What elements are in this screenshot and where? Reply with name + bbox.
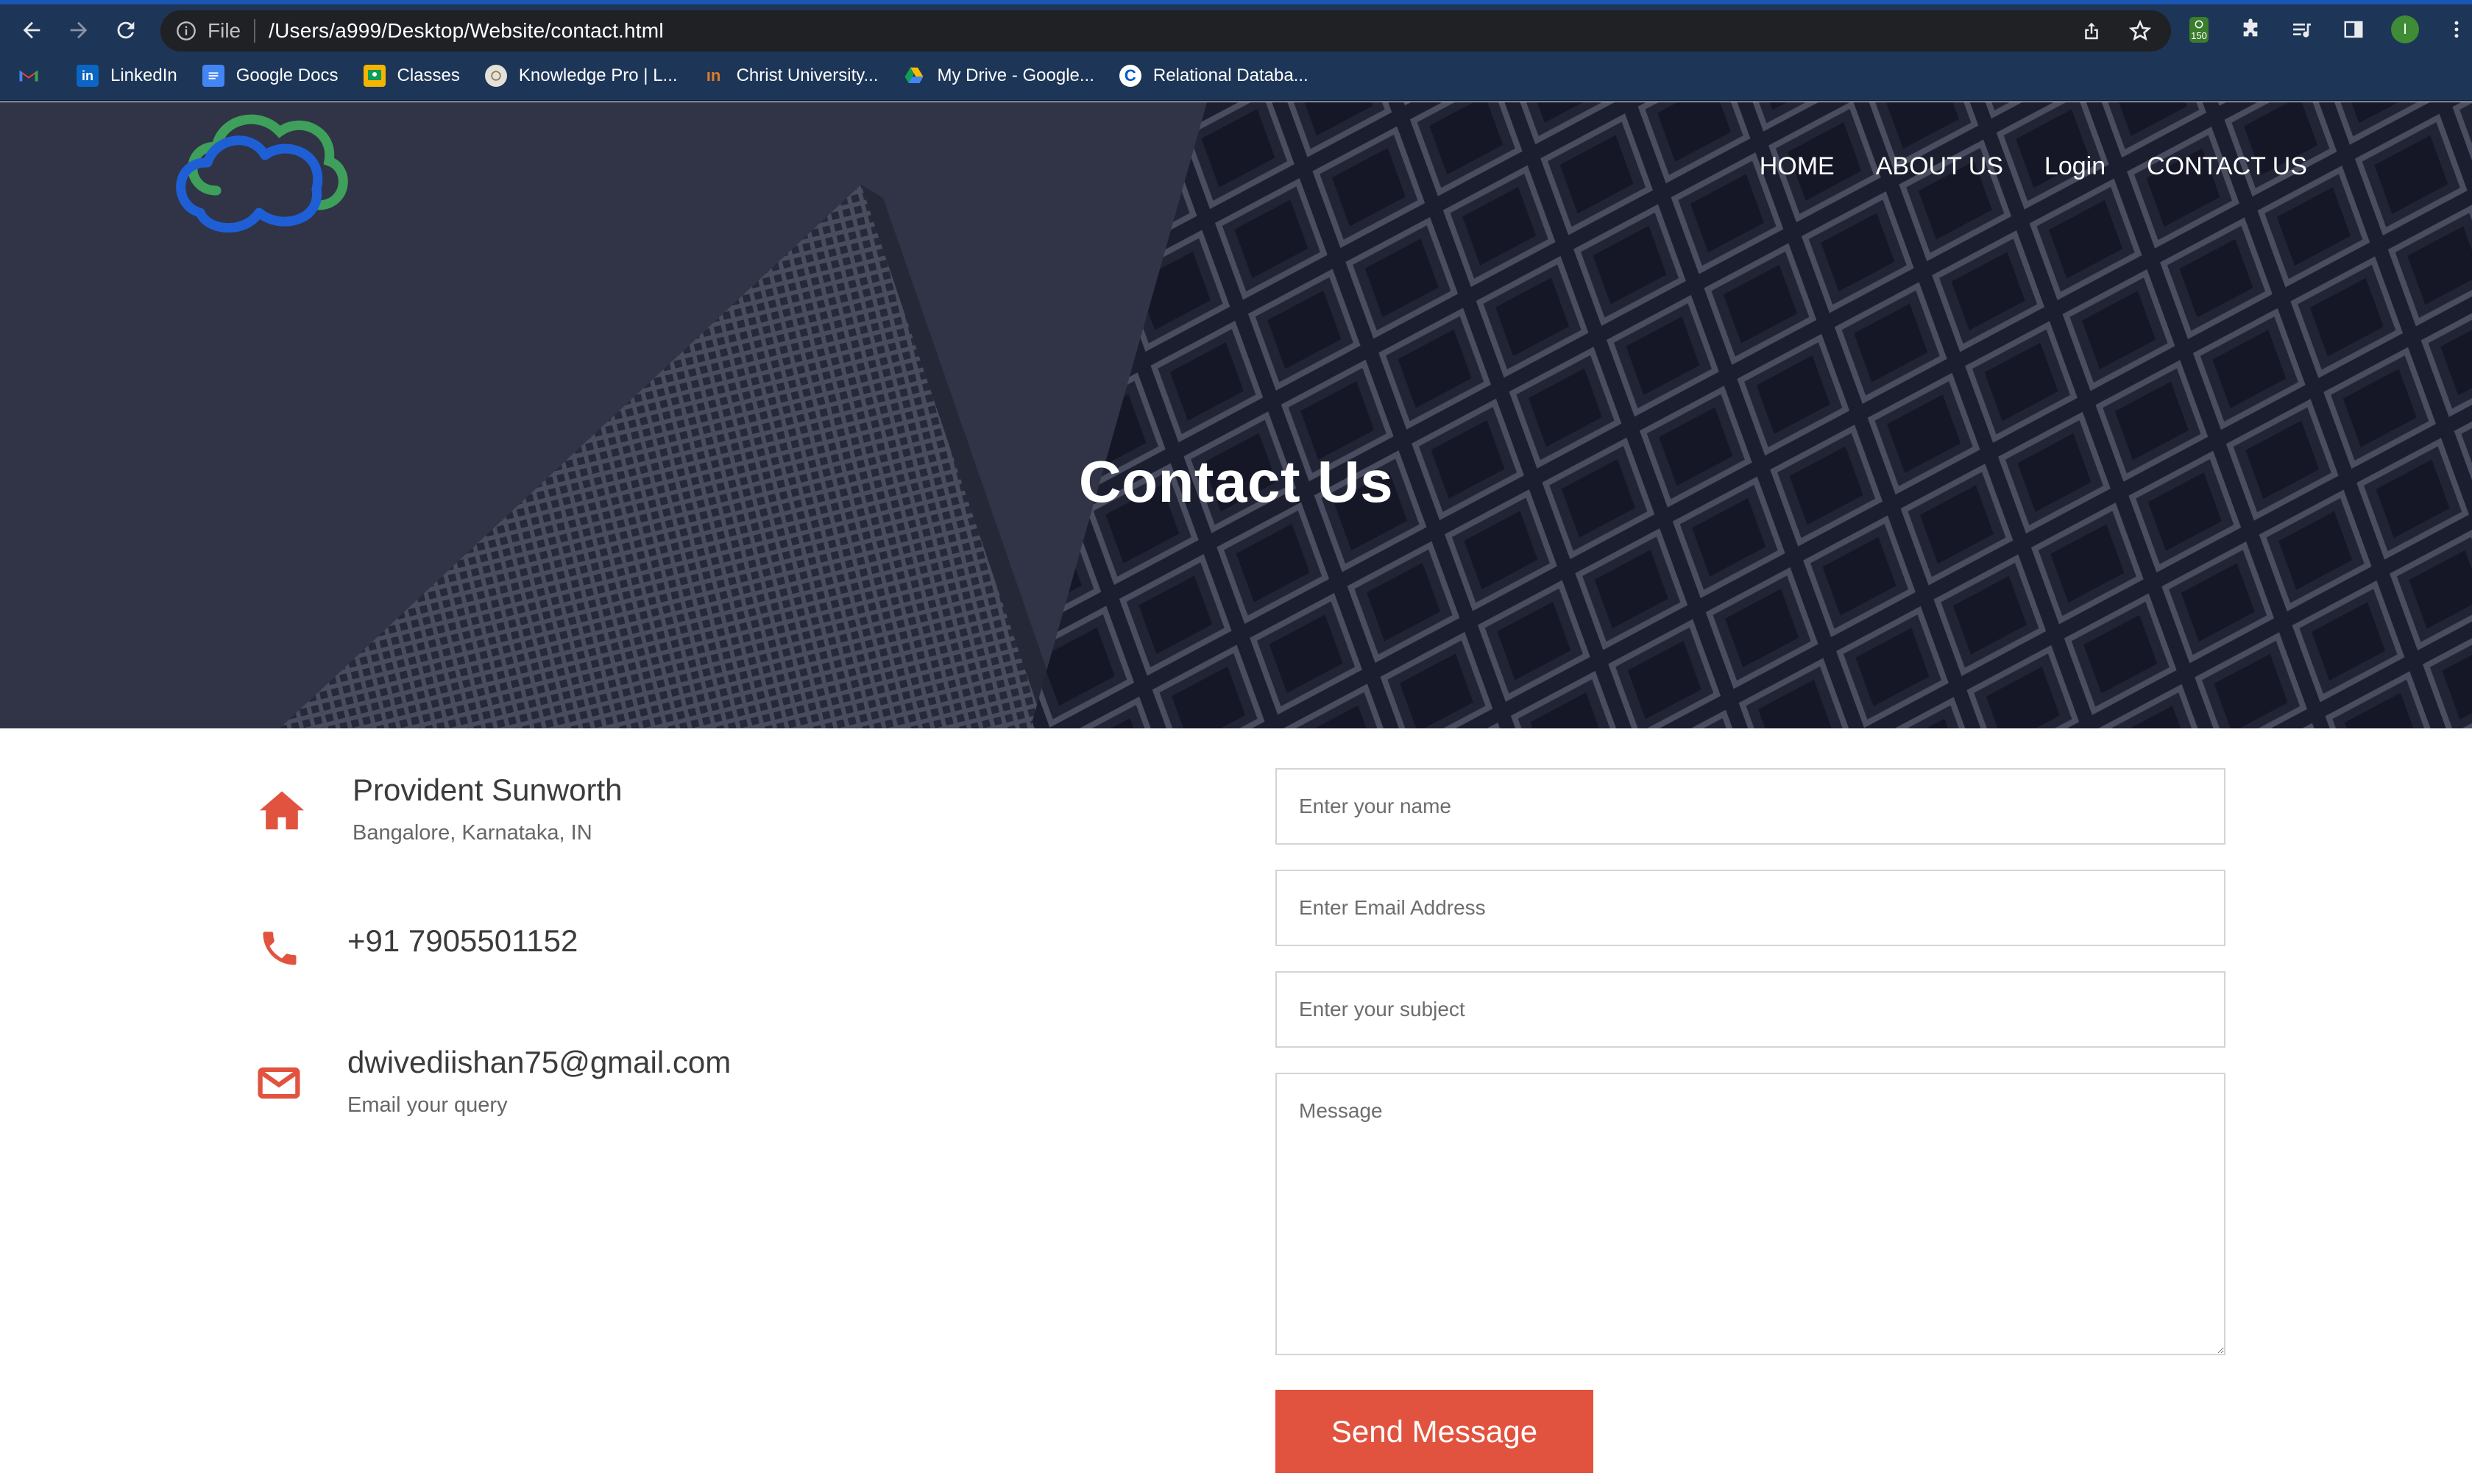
phone-icon: [263, 931, 297, 965]
bookmark-classes[interactable]: Classes: [363, 65, 460, 87]
google-drive-icon: [903, 65, 925, 87]
phone-number[interactable]: +91 7905501152: [347, 923, 578, 959]
address-bar[interactable]: File /Users/a999/Desktop/Website/contact…: [160, 10, 2171, 52]
bookmark-label: LinkedIn: [110, 65, 177, 85]
bookmarks-bar: in LinkedIn Google Docs Classes Knowledg…: [0, 52, 2472, 102]
address-title: Provident Sunworth: [353, 773, 623, 807]
bookmark-star-icon[interactable]: [2127, 18, 2153, 44]
share-icon[interactable]: [2078, 18, 2105, 44]
message-textarea[interactable]: [1275, 1073, 2225, 1355]
email-subtitle: Email your query: [347, 1093, 508, 1117]
email-field[interactable]: [1275, 870, 2225, 946]
nav-home[interactable]: HOME: [1760, 152, 1835, 181]
bookmark-christ-university[interactable]: ın Christ University...: [703, 65, 879, 87]
back-button[interactable]: [13, 12, 50, 49]
site-nav: HOME ABOUT US Login CONTACT US: [1760, 152, 2307, 181]
google-docs-icon: [202, 65, 224, 87]
bookmark-linkedin[interactable]: in LinkedIn: [77, 65, 177, 87]
info-icon[interactable]: [175, 20, 197, 42]
url-text[interactable]: /Users/a999/Desktop/Website/contact.html: [269, 19, 664, 43]
bookmark-label: Google Docs: [235, 65, 339, 85]
bookmark-label: Relational Databa...: [1152, 65, 1308, 85]
reload-button[interactable]: [107, 12, 144, 49]
subject-field[interactable]: [1275, 971, 2225, 1048]
envelope-icon: [258, 1067, 300, 1099]
send-message-button[interactable]: Send Message: [1275, 1390, 1593, 1473]
google-classroom-icon: [363, 65, 386, 87]
bookmark-label: My Drive - Google...: [937, 65, 1094, 85]
address-subtitle: Bangalore, Karnataka, IN: [353, 821, 592, 845]
url-divider: [254, 19, 256, 43]
kebab-menu-icon[interactable]: [2442, 15, 2471, 44]
bookmark-relational-database[interactable]: C Relational Databa...: [1119, 65, 1308, 87]
bookmark-google-docs[interactable]: Google Docs: [202, 65, 339, 87]
gmail-icon: [18, 65, 40, 87]
bookmark-gmail[interactable]: [18, 65, 52, 87]
forward-button[interactable]: [60, 12, 97, 49]
knowledge-pro-icon: [484, 65, 507, 87]
site-logo[interactable]: [171, 102, 355, 242]
puzzle-extensions-icon[interactable]: [2236, 15, 2265, 44]
media-queue-icon[interactable]: [2287, 15, 2317, 44]
bookmark-label: Christ University...: [736, 65, 879, 85]
profile-avatar[interactable]: I: [2390, 15, 2420, 44]
bookmark-label: Classes: [397, 65, 460, 85]
home-icon: [260, 791, 304, 830]
extension-badge-count: 150: [2191, 29, 2207, 41]
christ-university-icon: ın: [706, 66, 721, 85]
forward-arrow-icon: [70, 21, 88, 39]
name-field[interactable]: [1275, 768, 2225, 845]
bookmark-knowledge-pro[interactable]: Knowledge Pro | L...: [484, 65, 678, 87]
hero-banner: HOME ABOUT US Login CONTACT US Contact U…: [0, 102, 2472, 728]
nav-login[interactable]: Login: [2044, 152, 2106, 181]
bookmark-label: Knowledge Pro | L...: [518, 65, 678, 85]
browser-toolbar: File /Users/a999/Desktop/Website/contact…: [0, 0, 2472, 52]
nav-contact-us[interactable]: CONTACT US: [2147, 152, 2307, 181]
back-arrow-icon: [23, 21, 40, 39]
nav-about-us[interactable]: ABOUT US: [1876, 152, 2003, 181]
building-background-image: [0, 102, 2472, 728]
coursera-icon: C: [1119, 65, 1141, 87]
profile-initial: I: [2391, 15, 2419, 43]
reload-icon: [117, 21, 135, 39]
bookmark-google-drive[interactable]: My Drive - Google...: [903, 65, 1094, 87]
email-address[interactable]: dwivediishan75@gmail.com: [347, 1045, 731, 1080]
extension-timer-icon[interactable]: 150: [2184, 15, 2214, 44]
page-title: Contact Us: [1078, 449, 1394, 514]
url-scheme-label: File: [208, 19, 241, 42]
side-panel-icon[interactable]: [2339, 15, 2368, 44]
linkedin-icon: in: [77, 65, 99, 87]
